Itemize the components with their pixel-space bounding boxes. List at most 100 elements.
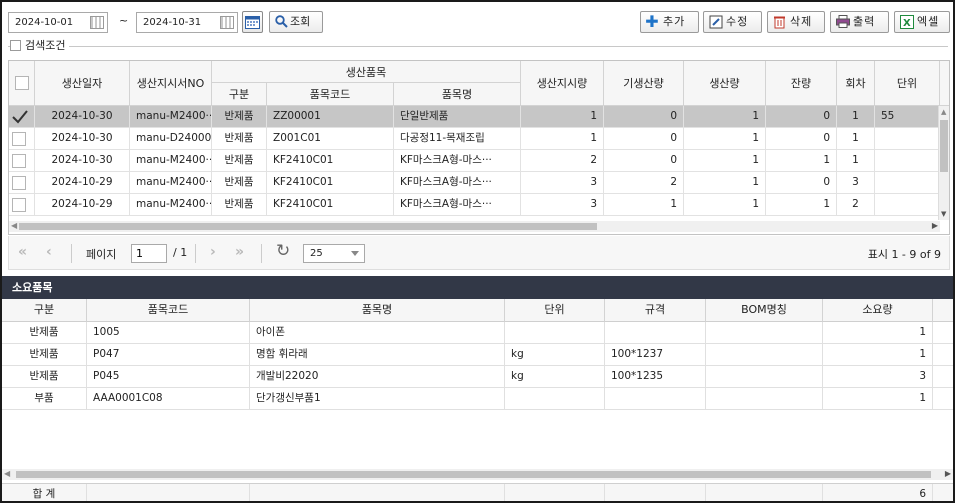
list-item[interactable]: 반제품 P047 명함 휘라래 kg 100*1237 1 (2, 344, 953, 366)
add-button-label: 추가 (663, 15, 686, 28)
row-select-cell[interactable] (9, 172, 35, 194)
table-row[interactable]: 2024-10-29 manu-M2400··· 반제품 KF2410C01 KF마스크… (9, 172, 940, 194)
edit-icon (708, 15, 723, 29)
date-from-field[interactable]: 2024-10-01 (8, 12, 108, 33)
row-select-cell[interactable] (9, 128, 35, 150)
search-icon (274, 15, 289, 29)
bom-col-header-item-name[interactable]: 품목명 (250, 299, 505, 322)
page-input[interactable] (131, 244, 167, 263)
bom-cell-unit: kg (505, 344, 605, 366)
row-checkbox[interactable] (12, 132, 26, 146)
list-item[interactable]: 부품 AAA0001C08 단가갱신부품1 1 (2, 388, 953, 410)
col-header-date[interactable]: 생산일자 (35, 61, 130, 106)
page-total: / 1 (173, 246, 188, 259)
header-select-all[interactable] (9, 61, 35, 106)
col-header-round[interactable]: 회차 (837, 61, 875, 106)
col-header-unit[interactable]: 단위 (875, 61, 940, 106)
first-page-icon[interactable]: « (18, 244, 27, 260)
bom-col-header-unit[interactable]: 단위 (505, 299, 605, 322)
scroll-left-icon[interactable]: ◀ (4, 469, 10, 478)
scroll-thumb[interactable] (16, 471, 931, 478)
divider (8, 46, 948, 47)
col-header-item-code[interactable]: 품목코드 (267, 83, 394, 106)
plus-icon: ✚ (645, 12, 660, 31)
trash-icon (772, 15, 787, 29)
print-button[interactable]: 출력 (830, 11, 889, 33)
search-button-label: 조회 (290, 15, 311, 28)
row-select-cell[interactable] (9, 194, 35, 216)
calendar-picker-button[interactable] (242, 11, 263, 33)
bom-cell-bom-name (706, 344, 823, 366)
bom-panel: 소요품목 구분 품목코드 품목명 단위 규격 BOM명칭 소요량 반제품 1005… (2, 276, 953, 501)
cell-order-no: manu-M2400··· (130, 150, 212, 172)
row-checkbox[interactable] (12, 154, 26, 168)
svg-text:X: X (903, 18, 912, 29)
table-row[interactable]: 2024-10-30 manu-M2400··· 반제품 ZZ00001 단일반제품 1 0… (9, 106, 940, 128)
cell-remain: 0 (766, 128, 837, 150)
search-button[interactable]: 조회 (269, 11, 323, 33)
scroll-left-icon[interactable]: ◀ (11, 221, 17, 230)
bom-col-header-bom-name[interactable]: BOM명칭 (706, 299, 823, 322)
row-checkbox[interactable] (12, 176, 26, 190)
date-range-separator: ~ (119, 14, 129, 27)
date-to-field[interactable]: 2024-10-31 (136, 12, 238, 33)
col-header-order-no[interactable]: 생산지시서NO (130, 61, 212, 106)
prev-page-icon[interactable]: ‹ (46, 244, 52, 260)
page-label: 페이지 (86, 248, 117, 261)
col-header-prod-qty[interactable]: 생산량 (684, 61, 766, 106)
bom-panel-title: 소요품목 (2, 276, 953, 299)
search-condition-label: 검색조건 (25, 39, 66, 52)
calendar-icon[interactable] (220, 16, 234, 29)
cell-item-name: KF마스크A형-마스··· (394, 194, 521, 216)
bom-cell-unit (505, 388, 605, 410)
add-button[interactable]: ✚ 추가 (640, 11, 699, 33)
bom-col-header-item-code[interactable]: 품목코드 (87, 299, 250, 322)
calendar-icon[interactable] (90, 16, 104, 29)
scroll-right-icon[interactable]: ▶ (932, 221, 938, 230)
col-header-item-name[interactable]: 품목명 (394, 83, 521, 106)
col-header-remain[interactable]: 잔량 (766, 61, 837, 106)
list-item[interactable]: 반제품 P045 개발비22020 kg 100*1235 3 (2, 366, 953, 388)
cell-date: 2024-10-30 (35, 128, 130, 150)
col-header-order-qty[interactable]: 생산지시량 (521, 61, 604, 106)
list-item[interactable]: 반제품 1005 아이폰 1 (2, 322, 953, 344)
bom-cell-item-name: 단가갱신부품1 (250, 388, 505, 410)
row-select-cell[interactable] (9, 106, 35, 128)
row-select-cell[interactable] (9, 150, 35, 172)
row-checkbox[interactable] (12, 198, 26, 212)
chevron-down-icon (351, 251, 359, 256)
vertical-scrollbar[interactable]: ▲ ▼ (938, 106, 949, 220)
page-size-select[interactable]: 25 (303, 244, 365, 263)
edit-button[interactable]: 수정 (703, 11, 762, 33)
table-row[interactable]: 2024-10-30 manu-M2400··· 반제품 KF2410C01 KF마스크… (9, 150, 940, 172)
bom-horizontal-scrollbar[interactable]: ◀ ▶ (2, 469, 953, 480)
refresh-icon[interactable]: ↻ (276, 241, 290, 261)
horizontal-scrollbar[interactable]: ◀ ▶ (9, 221, 940, 232)
search-condition-checkbox[interactable] (10, 40, 21, 51)
bom-col-header-qty[interactable]: 소요량 (823, 299, 933, 322)
scroll-down-icon[interactable]: ▼ (941, 210, 946, 218)
next-page-icon[interactable]: › (210, 244, 216, 260)
col-header-prev-qty[interactable]: 기생산량 (604, 61, 684, 106)
table-row[interactable]: 2024-10-29 manu-M2400··· 반제품 KF2410C01 KF마스크… (9, 194, 940, 216)
row-checkbox[interactable] (12, 110, 28, 124)
bom-cell-qty: 1 (823, 322, 933, 344)
bom-col-header-type[interactable]: 구분 (2, 299, 87, 322)
cell-round: 1 (837, 150, 875, 172)
cell-remain: 0 (766, 106, 837, 128)
search-condition-toggle[interactable]: 검색조건 (10, 39, 70, 53)
bom-cell-item-name: 아이폰 (250, 322, 505, 344)
bom-col-header-spec[interactable]: 규격 (605, 299, 706, 322)
cell-unit (875, 128, 940, 150)
table-row[interactable]: 2024-10-30manu-D2400023반제품Z001C01다공정11-목… (9, 128, 940, 150)
col-header-type[interactable]: 구분 (212, 83, 267, 106)
scroll-up-icon[interactable]: ▲ (941, 108, 946, 116)
scroll-thumb[interactable] (19, 223, 597, 230)
excel-button[interactable]: X 엑셀 (894, 11, 950, 33)
total-cell (505, 484, 605, 501)
scroll-thumb[interactable] (940, 120, 948, 172)
last-page-icon[interactable]: » (235, 244, 244, 260)
total-cell (706, 484, 823, 501)
delete-button[interactable]: 삭제 (767, 11, 825, 33)
scroll-right-icon[interactable]: ▶ (945, 469, 951, 478)
